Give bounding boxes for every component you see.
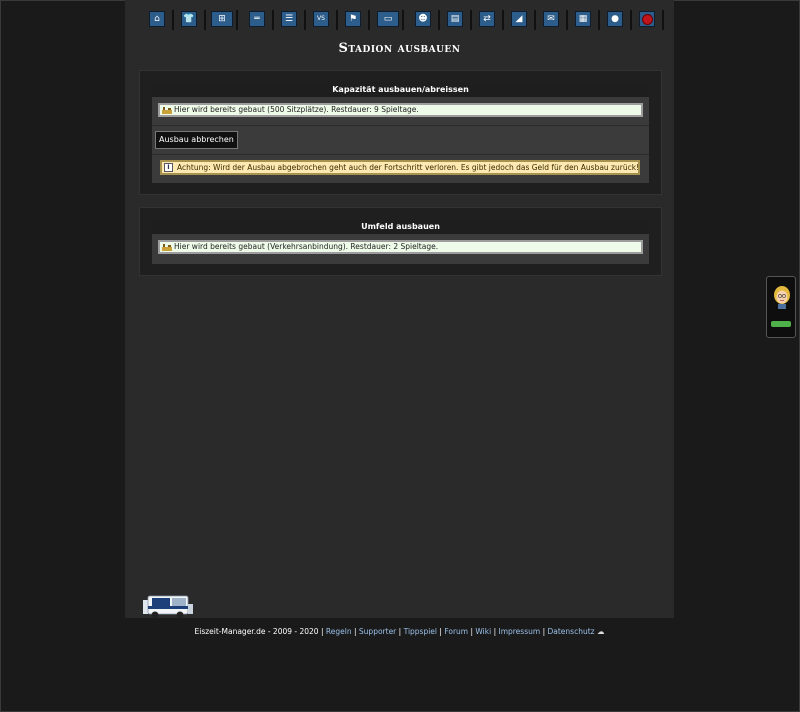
list-icon[interactable]: ☰: [281, 11, 297, 27]
nav-divider: [272, 10, 274, 30]
footer: Eiszeit-Manager.de - 2009 - 2020 | Regel…: [194, 627, 605, 636]
cancel-construction-button[interactable]: Ausbau abbrechen: [155, 131, 238, 149]
info-icon: i: [164, 163, 173, 172]
capacity-panel: Kapazität ausbauen/abreissen Hier wird b…: [139, 70, 662, 195]
jersey-icon[interactable]: 👕: [181, 11, 197, 27]
nav-item-arena[interactable]: ▭: [375, 8, 404, 32]
footer-link-wiki[interactable]: Wiki: [475, 627, 491, 636]
construction-icon: [162, 244, 172, 251]
surroundings-panel: Umfeld ausbauen Hier wird bereits gebaut…: [139, 207, 662, 276]
surroundings-panel-heading: Umfeld ausbauen: [152, 219, 649, 234]
logout-icon[interactable]: [639, 11, 655, 27]
nav-divider: [662, 10, 664, 30]
surroundings-status-row: Hier wird bereits gebaut (Verkehrsanbind…: [152, 234, 649, 263]
capacity-panel-heading: Kapazität ausbauen/abreissen: [152, 82, 649, 97]
nav-item-home[interactable]: ⌂: [145, 8, 174, 32]
surroundings-status-text: Hier wird bereits gebaut (Verkehrsanbind…: [174, 242, 439, 251]
nav-divider: [204, 10, 206, 30]
support-avatar-icon: [774, 286, 790, 309]
nav-divider: [534, 10, 536, 30]
footer-link-regeln[interactable]: Regeln: [326, 627, 352, 636]
nav-divider: [566, 10, 568, 30]
chat-status-badge: [771, 321, 791, 327]
training-icon[interactable]: ═: [249, 11, 265, 27]
coach-icon[interactable]: ☻: [415, 11, 431, 27]
construction-icon: [162, 107, 172, 114]
surroundings-status: Hier wird bereits gebaut (Verkehrsanbind…: [158, 240, 643, 254]
footer-copyright: Eiszeit-Manager.de - 2009 - 2020: [194, 627, 319, 636]
nav-divider: [470, 10, 472, 30]
cancel-warning: i Achtung: Wird der Ausbau abgebrochen g…: [160, 160, 640, 175]
nav-divider: [336, 10, 338, 30]
page-title: Stadion ausbauen: [338, 41, 461, 56]
statistics-icon[interactable]: ◢: [511, 11, 527, 27]
footer-link-tippspiel[interactable]: Tippspiel: [404, 627, 437, 636]
nav-divider: [630, 10, 632, 30]
capacity-status-text: Hier wird bereits gebaut (500 Sitzplätze…: [174, 105, 419, 114]
nav-item-jersey[interactable]: 👕: [177, 8, 206, 32]
footer-link-datenschutz[interactable]: Datenschutz: [547, 627, 594, 636]
league-icon[interactable]: ⚑: [345, 11, 361, 27]
nav-divider: [438, 10, 440, 30]
nav-item-list[interactable]: ☰: [277, 8, 306, 32]
tactics-icon[interactable]: ⊞: [211, 11, 233, 27]
chat-icon[interactable]: ●: [607, 11, 623, 27]
ice-resurfacer-icon: [143, 595, 193, 619]
nav-item-logout[interactable]: [635, 8, 664, 32]
nav-divider: [236, 10, 238, 30]
arena-icon[interactable]: ▭: [377, 11, 399, 27]
nav-item-training[interactable]: ═: [245, 8, 274, 32]
finances-icon[interactable]: ▤: [447, 11, 463, 27]
nav-divider: [502, 10, 504, 30]
nav-item-versus[interactable]: VS: [309, 8, 338, 32]
transfer-icon[interactable]: ⇄: [479, 11, 495, 27]
surroundings-panel-body: Umfeld ausbauen Hier wird bereits gebaut…: [152, 219, 649, 264]
nav-item-chat[interactable]: ●: [603, 8, 632, 32]
footer-link-forum[interactable]: Forum: [444, 627, 468, 636]
record-dot: [641, 13, 653, 25]
main-navigation: ⌂ 👕 ⊞ ═ ☰ VS ⚑ ▭ ☻ ▤ ⇄ ◢ ✉ ▦ ●: [141, 8, 664, 32]
home-icon[interactable]: ⌂: [149, 11, 165, 27]
nav-item-league[interactable]: ⚑: [341, 8, 370, 32]
versus-icon[interactable]: VS: [313, 11, 329, 27]
nav-item-news[interactable]: ▦: [571, 8, 600, 32]
nav-divider: [598, 10, 600, 30]
footer-link-supporter[interactable]: Supporter: [359, 627, 396, 636]
cancel-row: Ausbau abbrechen: [152, 125, 649, 154]
warning-row: i Achtung: Wird der Ausbau abgebrochen g…: [152, 154, 649, 183]
weather-icon: ☁: [596, 627, 605, 636]
mail-icon[interactable]: ✉: [543, 11, 559, 27]
capacity-panel-body: Kapazität ausbauen/abreissen Hier wird b…: [152, 82, 649, 183]
nav-divider: [304, 10, 306, 30]
nav-item-tactics[interactable]: ⊞: [209, 8, 238, 32]
nav-item-mail[interactable]: ✉: [539, 8, 568, 32]
footer-link-impressum[interactable]: Impressum: [498, 627, 540, 636]
cancel-warning-text: Achtung: Wird der Ausbau abgebrochen geh…: [177, 163, 640, 172]
capacity-status: Hier wird bereits gebaut (500 Sitzplätze…: [158, 103, 643, 117]
nav-divider: [368, 10, 370, 30]
news-icon[interactable]: ▦: [575, 11, 591, 27]
nav-divider: [402, 10, 404, 30]
capacity-status-row: Hier wird bereits gebaut (500 Sitzplätze…: [152, 97, 649, 124]
nav-item-transfer[interactable]: ⇄: [475, 8, 504, 32]
nav-item-coach[interactable]: ☻: [411, 8, 440, 32]
nav-item-statistics[interactable]: ◢: [507, 8, 536, 32]
nav-divider: [172, 10, 174, 30]
support-chat-widget[interactable]: [766, 276, 796, 338]
nav-item-finances[interactable]: ▤: [443, 8, 472, 32]
